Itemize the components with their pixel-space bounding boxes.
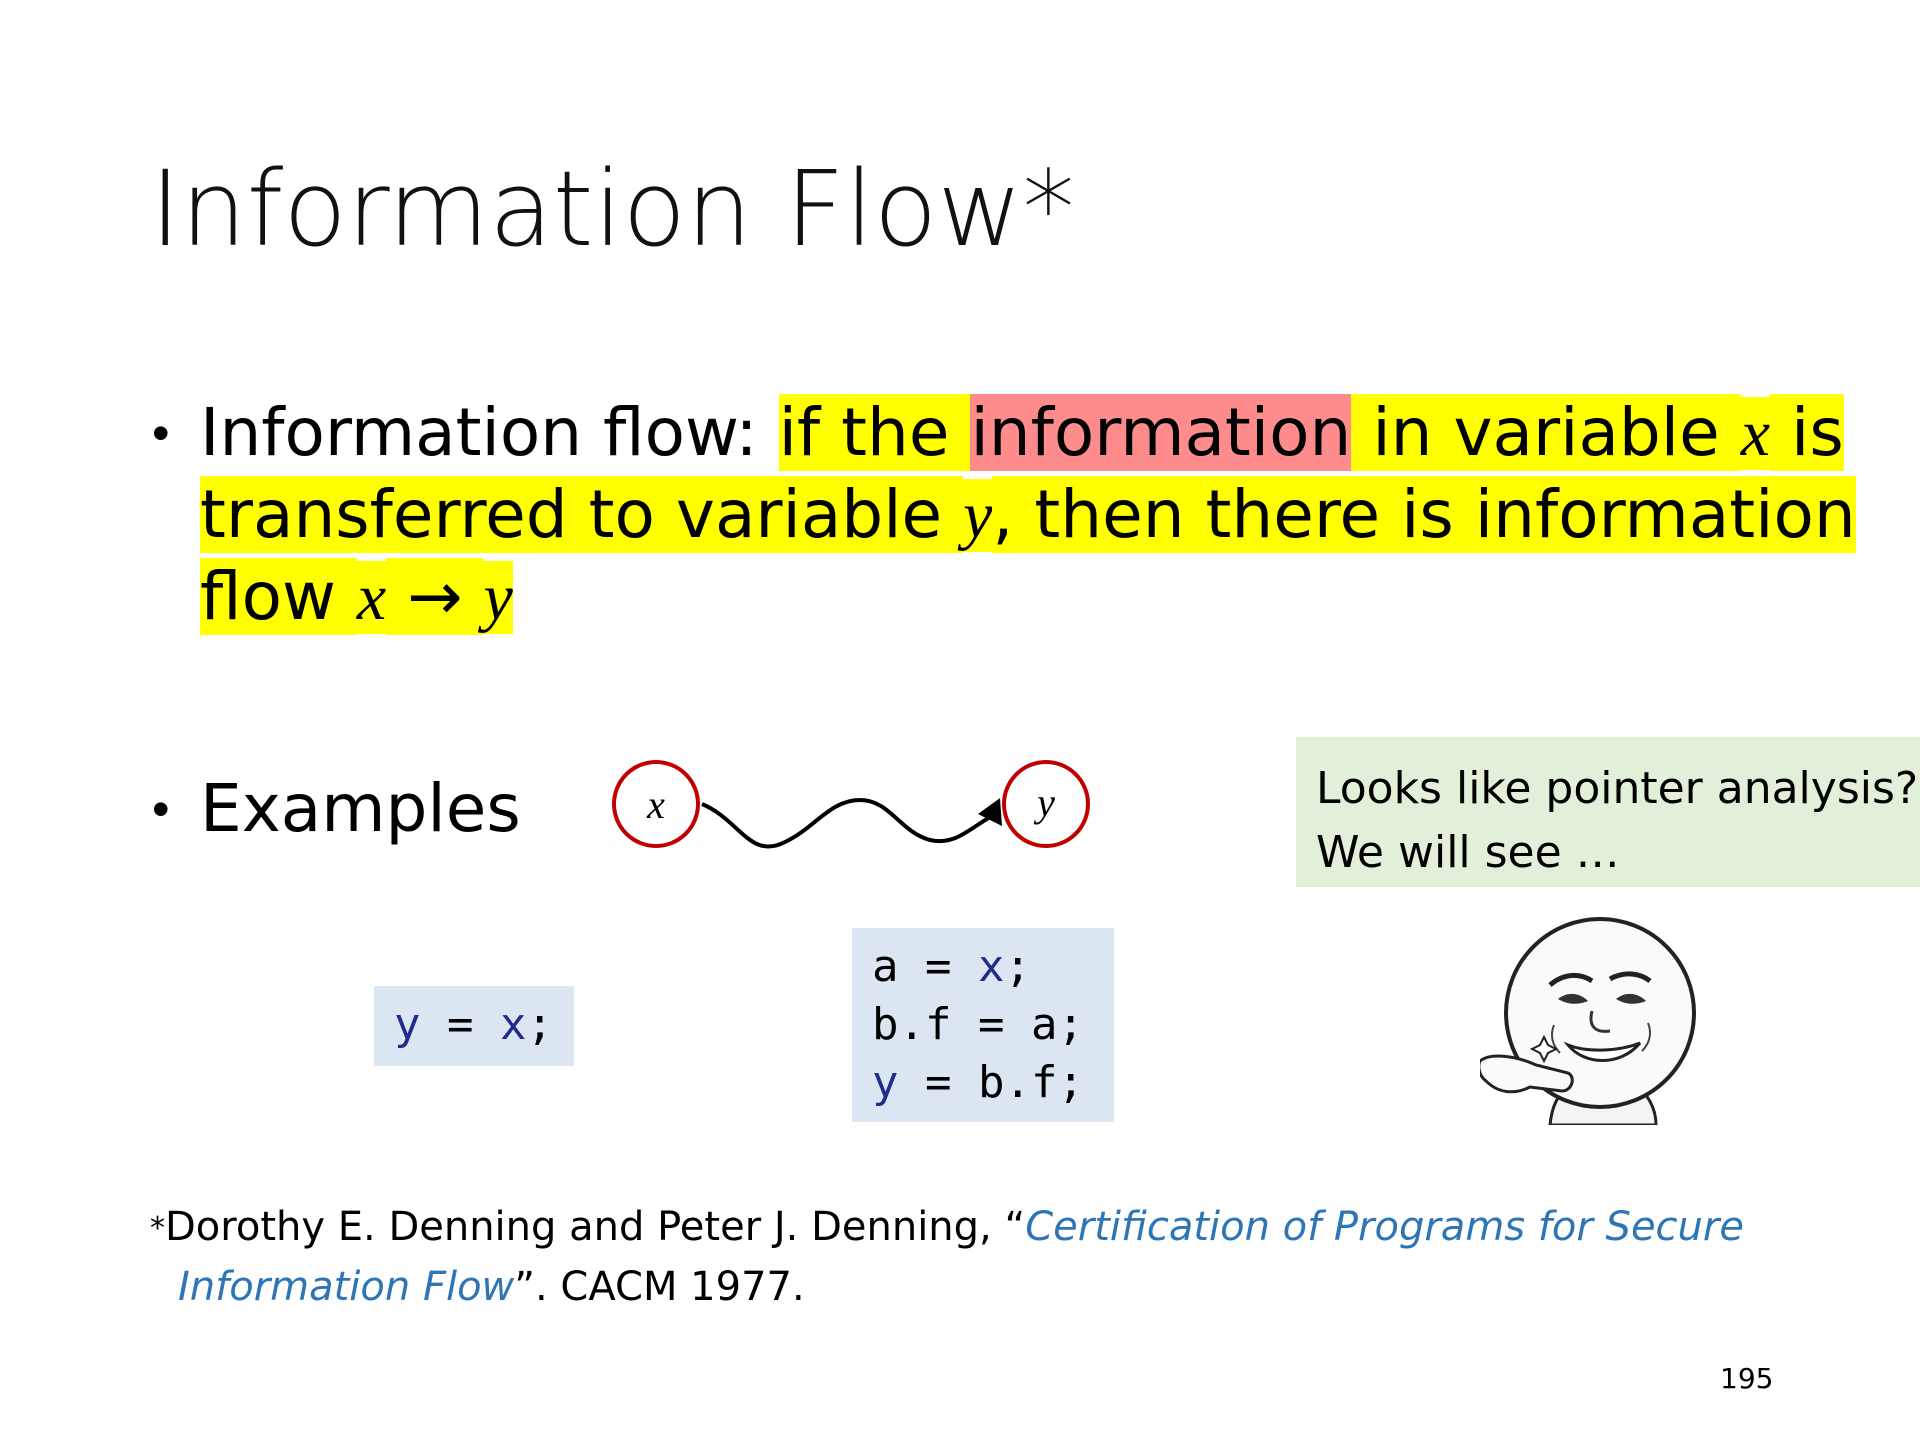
bullet-2-examples: Examples [200,770,521,847]
node-x-label: x [646,782,665,827]
code2-l1-end: ; [1004,941,1031,992]
footnote-line-2: Information Flow”. CACM 1977. [150,1258,1744,1316]
meme-face-image [1480,917,1696,1125]
footnote: *Dorothy E. Denning and Peter J. Denning… [150,1198,1744,1316]
code2-l1-a: a = [872,941,978,992]
code1-lhs: y [394,999,421,1050]
bullet-1-line-2: transferred to variable y, then there is… [200,474,1856,557]
bullet-dot-2: • [152,781,170,837]
footnote-line-1: *Dorothy E. Denning and Peter J. Denning… [150,1198,1744,1258]
code1-op: = [420,999,500,1050]
math-flow-x: x [356,561,387,634]
math-flow-y: y [483,561,513,634]
footnote-link-2[interactable]: Information Flow [178,1264,514,1310]
code1-end: ; [526,999,553,1050]
code2-line-1: a = x; [872,938,1114,996]
footnote-text-2: ”. CACM 1977. [514,1264,805,1310]
footnote-link-1[interactable]: Certification of Programs for Secure [1025,1204,1744,1250]
page-title: Information Flow* [150,148,1075,270]
highlight-then-there: , then there is information [992,476,1856,553]
flow-diagram: x y [612,760,1090,849]
bullet-1-line-3: flow x → y [200,556,513,639]
highlight-in-variable: in variable [1351,394,1741,471]
slide: Information Flow* • Information flow: if… [0,0,1920,1440]
wavy-flow-arrow [701,797,993,849]
code2-line-2: b.f = a; [872,999,1084,1050]
highlight-if-the: if the [778,394,971,471]
code-example-2: a = x; b.f = a; y = b.f; [852,928,1114,1122]
note-box: Looks like pointer analysis? We will see… [1296,737,1920,887]
bullet-dot-1: • [152,405,170,461]
footnote-star: * [150,1211,165,1246]
highlight-flow: flow [200,558,357,635]
code2-l3-y: y [872,1057,899,1108]
code-example-1: y = x; [374,986,574,1066]
note-line-2: We will see … [1316,827,1620,878]
code2-l3-rest: = b.f; [898,1057,1084,1108]
code2-l1-x: x [977,941,1005,992]
footnote-text-1: Dorothy E. Denning and Peter J. Denning,… [165,1204,1026,1250]
flow-arrow: → [386,558,484,635]
highlight-information: information [970,394,1352,471]
code2-line-3: y = b.f; [872,1054,1114,1112]
note-line-1: Looks like pointer analysis? [1316,763,1919,814]
highlight-transferred: transferred to variable [200,476,964,553]
bullet-1-prefix: Information flow: [200,394,779,471]
node-y-label: y [1033,780,1055,825]
math-var-y: y [963,479,993,552]
bullet-1-line-1: Information flow: if the information in … [200,392,1844,475]
page-number: 195 [1720,1362,1774,1395]
math-var-x: x [1740,397,1771,470]
code1-rhs: x [499,999,527,1050]
highlight-is: is [1770,394,1844,471]
